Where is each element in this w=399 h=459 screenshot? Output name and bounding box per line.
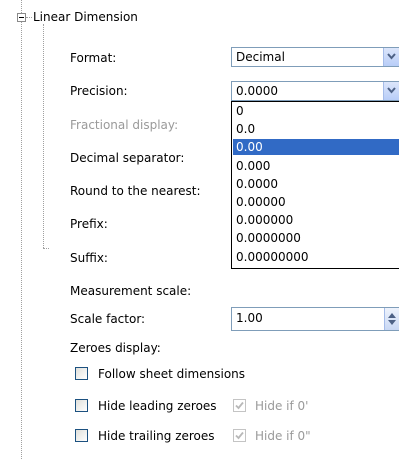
precision-select-value: 0.0000 bbox=[236, 84, 278, 98]
hide-trailing-label[interactable]: Hide trailing zeroes bbox=[98, 429, 215, 443]
precision-option[interactable]: 0 bbox=[233, 103, 399, 119]
format-dropdown-button[interactable] bbox=[383, 48, 399, 66]
collapse-icon[interactable] bbox=[17, 13, 26, 22]
chevron-down-icon bbox=[387, 87, 396, 94]
zeroes-display-label: Zeroes display: bbox=[70, 341, 161, 355]
fractional-display-label: Fractional display: bbox=[70, 118, 179, 132]
checkmark-icon bbox=[235, 401, 244, 410]
tree-end-line bbox=[43, 248, 49, 249]
prefix-label: Prefix: bbox=[70, 217, 108, 231]
hide-trailing-checkbox[interactable] bbox=[75, 429, 88, 442]
precision-label: Precision: bbox=[70, 84, 128, 98]
precision-option[interactable]: 0.00000000 bbox=[233, 249, 399, 265]
decimal-separator-label: Decimal separator: bbox=[70, 151, 185, 165]
hide-if-0-label: Hide if 0' bbox=[255, 399, 309, 413]
precision-option[interactable]: 0.000000 bbox=[233, 212, 399, 228]
checkmark-icon bbox=[235, 431, 244, 440]
precision-select[interactable]: 0.0000 bbox=[231, 81, 399, 101]
tree-branch-line bbox=[26, 17, 32, 18]
tree-child-guide-line bbox=[43, 24, 44, 248]
tree-node-label[interactable]: Linear Dimension bbox=[33, 10, 138, 24]
precision-option[interactable]: 0.00 bbox=[233, 139, 399, 156]
hide-if-0-inch-label: Hide if 0" bbox=[255, 429, 311, 443]
hide-if-0-checkbox[interactable] bbox=[233, 399, 246, 412]
suffix-label: Suffix: bbox=[70, 251, 108, 265]
precision-option[interactable]: 0.00000 bbox=[233, 194, 399, 210]
chevron-down-icon bbox=[387, 53, 396, 60]
precision-dropdown-button[interactable] bbox=[383, 82, 399, 100]
scale-factor-spin-buttons[interactable] bbox=[384, 308, 399, 330]
up-down-arrows-icon bbox=[388, 313, 396, 325]
round-to-nearest-label: Round to the nearest: bbox=[70, 184, 201, 198]
measurement-scale-label: Measurement scale: bbox=[70, 284, 192, 298]
follow-sheet-label[interactable]: Follow sheet dimensions bbox=[98, 367, 245, 381]
precision-option[interactable]: 0.0000000 bbox=[233, 230, 399, 246]
scale-factor-spinner[interactable]: 1.00 bbox=[231, 307, 399, 331]
hide-leading-checkbox[interactable] bbox=[75, 399, 88, 412]
precision-option[interactable]: 0.0 bbox=[233, 121, 399, 137]
follow-sheet-checkbox[interactable] bbox=[75, 367, 88, 380]
format-label: Format: bbox=[70, 51, 117, 65]
scale-factor-label: Scale factor: bbox=[70, 312, 146, 326]
hide-leading-label[interactable]: Hide leading zeroes bbox=[98, 399, 217, 413]
hide-if-0-inch-checkbox[interactable] bbox=[233, 429, 246, 442]
scale-factor-value: 1.00 bbox=[236, 311, 263, 325]
precision-option[interactable]: 0.0000 bbox=[233, 176, 399, 192]
tree-guide-line bbox=[21, 0, 22, 459]
precision-dropdown-list[interactable]: 0 0.0 0.00 0.000 0.0000 0.00000 0.000000 0.0000… bbox=[231, 101, 399, 269]
format-select[interactable]: Decimal bbox=[231, 47, 399, 67]
precision-option[interactable]: 0.000 bbox=[233, 158, 399, 174]
format-select-value: Decimal bbox=[236, 50, 285, 64]
